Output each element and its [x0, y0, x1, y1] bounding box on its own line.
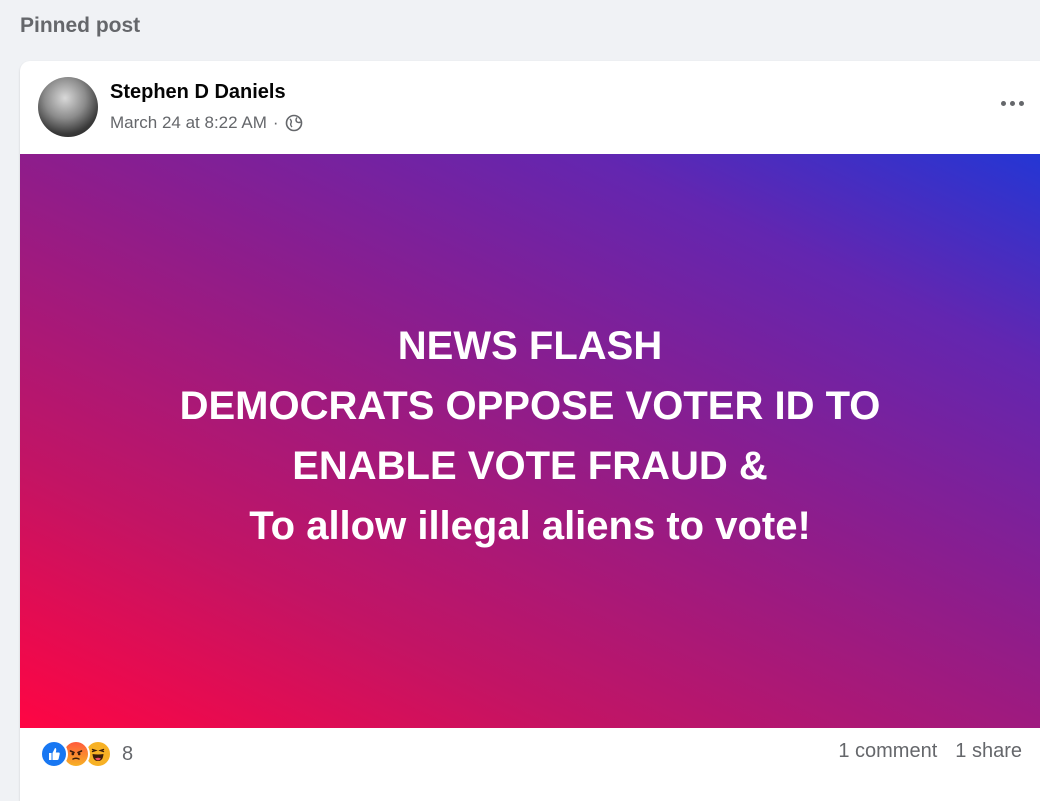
reactions-summary[interactable]: 8 [40, 738, 133, 770]
post-line-3: ENABLE VOTE FRAUD & [292, 444, 768, 488]
post-date[interactable]: March 24 at 8:22 AM [110, 113, 267, 133]
avatar[interactable] [38, 77, 98, 137]
post-meta: March 24 at 8:22 AM · [110, 113, 303, 133]
section-label: Pinned post [20, 14, 141, 37]
post-card: Stephen D Daniels March 24 at 8:22 AM · … [20, 61, 1040, 801]
post-stats: 1 comment 1 share [838, 740, 1022, 763]
post-line-4: To allow illegal aliens to vote! [249, 504, 811, 548]
globe-icon[interactable] [285, 114, 303, 132]
author-name[interactable]: Stephen D Daniels [110, 81, 286, 104]
reaction-count[interactable]: 8 [122, 743, 133, 766]
post-line-2: DEMOCRATS OPPOSE VOTER ID TO [179, 384, 881, 428]
more-options-button[interactable] [994, 89, 1030, 117]
shares-count-link[interactable]: 1 share [955, 740, 1022, 763]
meta-separator: · [272, 113, 279, 132]
post-text: NEWS FLASH DEMOCRATS OPPOSE VOTER ID TO … [180, 316, 881, 556]
comments-count-link[interactable]: 1 comment [838, 740, 937, 763]
more-horiz-icon [1000, 100, 1006, 106]
post-background[interactable]: NEWS FLASH DEMOCRATS OPPOSE VOTER ID TO … [20, 154, 1040, 728]
post-line-1: NEWS FLASH [397, 324, 663, 368]
like-reaction-icon [40, 740, 68, 768]
